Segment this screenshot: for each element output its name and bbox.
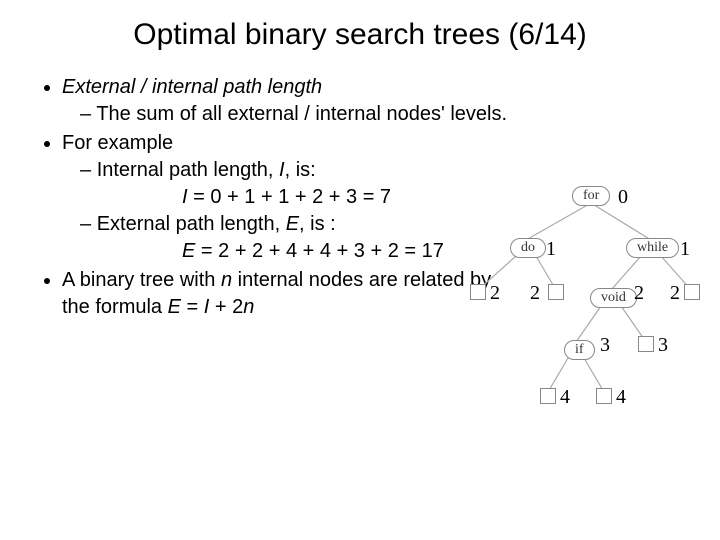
bullet-2-text: For example xyxy=(62,132,173,154)
level-label: 2 xyxy=(670,282,680,305)
ext-node xyxy=(638,336,654,352)
level-label: 2 xyxy=(634,282,644,305)
level-label: 0 xyxy=(618,186,628,209)
level-label: 2 xyxy=(490,282,500,305)
slide-title: Optimal binary search trees (6/14) xyxy=(30,18,690,52)
level-label: 1 xyxy=(680,238,690,261)
ext-node xyxy=(548,284,564,300)
level-label: 4 xyxy=(560,386,570,409)
ext-node xyxy=(540,388,556,404)
bullet-1-text: External / internal path length xyxy=(62,76,322,98)
node-for: for xyxy=(572,186,610,206)
level-label: 1 xyxy=(546,238,556,261)
ext-node xyxy=(596,388,612,404)
bullet-1-sub-1: The sum of all external / internal nodes… xyxy=(80,101,690,128)
level-label: 4 xyxy=(616,386,626,409)
bullet-1: External / internal path length The sum … xyxy=(62,74,690,128)
level-label: 3 xyxy=(658,334,668,357)
node-if: if xyxy=(564,340,595,360)
slide: Optimal binary search trees (6/14) Exter… xyxy=(0,0,720,540)
level-label: 2 xyxy=(530,282,540,305)
node-void: void xyxy=(590,288,637,308)
tree-diagram: for do while void if 0 1 1 2 2 2 2 3 3 4… xyxy=(456,180,706,520)
ext-node xyxy=(684,284,700,300)
bullet-3: A binary tree with n internal nodes are … xyxy=(62,267,492,321)
node-do: do xyxy=(510,238,546,258)
ext-node xyxy=(470,284,486,300)
node-while: while xyxy=(626,238,679,258)
level-label: 3 xyxy=(600,334,610,357)
